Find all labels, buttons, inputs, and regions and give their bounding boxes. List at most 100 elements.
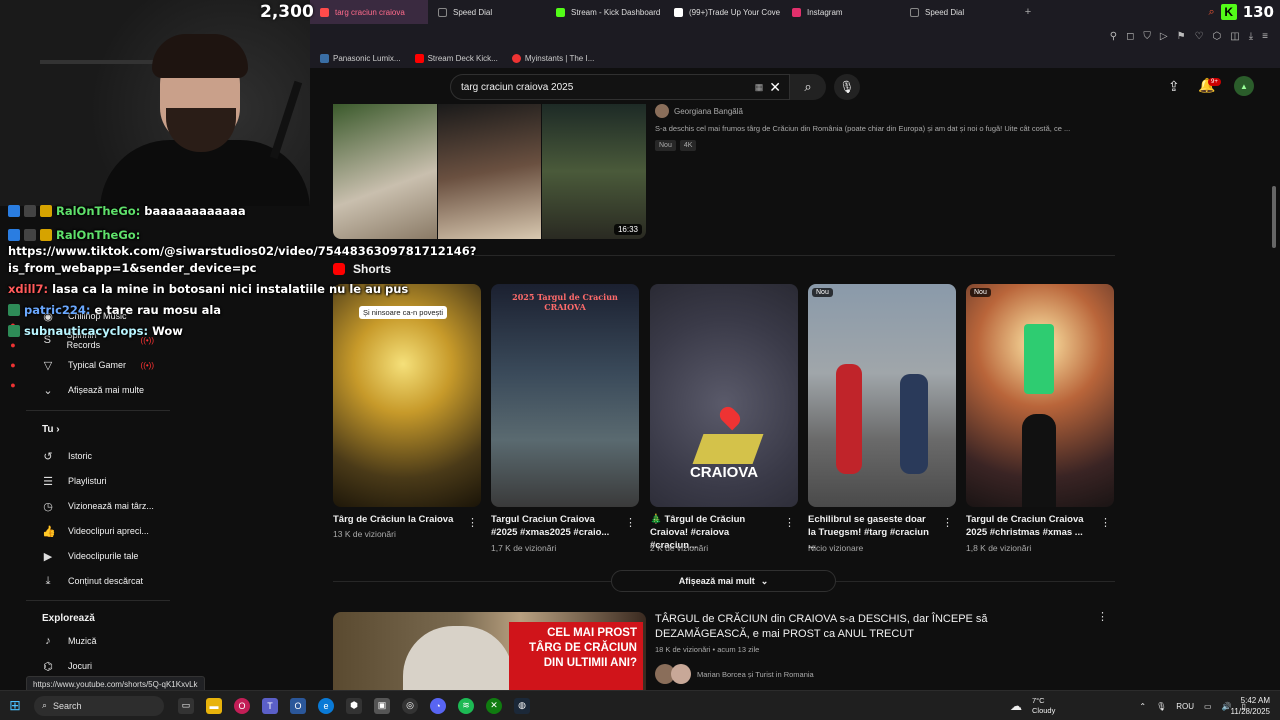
thumbs-up-icon: 👍 — [42, 525, 56, 538]
more-options-icon[interactable]: ⋮ — [784, 516, 795, 529]
play-icon[interactable]: ▷ — [1160, 31, 1168, 42]
new-tab-button[interactable]: + — [1018, 6, 1038, 18]
bookmark-panasonic[interactable]: Panasonic Lumix... — [320, 53, 401, 63]
extensions-icon[interactable]: ⬡ — [1213, 31, 1222, 42]
video-thumbnail[interactable]: 16:33 — [333, 104, 646, 239]
sidebar-item-watch-later[interactable]: ◷ Vizionează mai târz... — [26, 496, 172, 516]
sidebar-item-downloads[interactable]: ⤓ Conținut descărcat — [26, 571, 172, 591]
more-options-icon[interactable]: ⋮ — [942, 516, 953, 529]
network-icon[interactable]: ▭ — [1204, 702, 1212, 711]
sidebar-item-playlists[interactable]: ☰ Playlisturi — [26, 471, 172, 491]
more-options-icon[interactable]: ⋮ — [1100, 516, 1111, 529]
video-thumbnail[interactable]: CEL MAI PROST TÂRG DE CRĂCIUN DIN ULTIMI… — [333, 612, 646, 696]
sidebar-show-more[interactable]: ⌄ Afișează mai multe — [26, 380, 172, 400]
sidebar-item-history[interactable]: ↺ Istoric — [26, 446, 172, 466]
search-value: targ craciun craiova 2025 — [461, 81, 574, 93]
weather-widget[interactable]: 7°C Cloudy — [1032, 696, 1055, 716]
edge-icon[interactable]: e — [318, 697, 334, 714]
discord-icon[interactable]: ◔ — [430, 697, 446, 714]
store-icon[interactable]: ▣ — [374, 697, 390, 714]
more-options-icon[interactable]: ⋮ — [467, 516, 478, 529]
sidebar-you-heading[interactable]: Tu › — [42, 424, 60, 435]
xbox-icon[interactable]: ✕ — [486, 697, 502, 714]
mic-icon[interactable]: 🎙 — [1156, 702, 1166, 711]
streamer-hair — [152, 34, 248, 78]
chevron-right-icon: › — [56, 424, 60, 435]
video-title[interactable]: TÂRGUL de CRĂCIUN din CRAIOVA s-a DESCHI… — [655, 612, 1075, 642]
show-more-button[interactable]: Afișează mai mult ⌄ — [611, 570, 836, 592]
search-input[interactable]: targ craciun craiova 2025 ▦ ✕ — [450, 74, 790, 100]
short-thumbnail: 2025 Targul de Craciun CRAIOVA — [491, 284, 639, 507]
camera-icon[interactable]: ◫ — [1230, 31, 1239, 42]
channel-link[interactable]: Marian Borcea și Turist in Romania — [655, 664, 814, 684]
weather-desc: Cloudy — [1032, 706, 1056, 715]
short-card[interactable]: CRAIOVA 🎄 Târgul de Crăciun Craiova! #cr… — [650, 284, 798, 553]
sidebar-item-your-videos[interactable]: ▶ Videoclipurile tale — [26, 546, 172, 566]
file-explorer-icon[interactable]: ▬ — [206, 697, 222, 714]
short-overlay-text: 2025 Targul de Craciun CRAIOVA — [512, 292, 618, 312]
obs-icon[interactable]: ◎ — [402, 697, 418, 714]
rail-item-icon[interactable]: ● — [10, 380, 15, 390]
tab-tiktok[interactable]: (99+)Trade Up Your Cove — [664, 0, 782, 24]
task-view-icon[interactable]: ▭ — [178, 697, 194, 714]
bookmark-stream-deck[interactable]: Stream Deck Kick... — [414, 53, 498, 63]
short-card[interactable]: Nou Targul de Craciun Craiova 2025 #chri… — [966, 284, 1114, 553]
upload-icon[interactable]: ⇪ — [1168, 78, 1180, 95]
short-thumbnail: Nou — [808, 284, 956, 507]
sidebar-item-music[interactable]: ♪ Muzică — [26, 631, 172, 651]
live-indicator-icon: ((•)) — [140, 360, 154, 370]
more-options-icon[interactable]: ⋮ — [625, 516, 636, 529]
short-views: Nicio vizionare — [808, 543, 864, 553]
teams-icon[interactable]: T — [262, 697, 278, 714]
pin-icon[interactable]: ⚲ — [1110, 31, 1117, 42]
bookmark-label: Panasonic Lumix... — [333, 53, 401, 63]
more-options-icon[interactable]: ⋮ — [1097, 610, 1108, 623]
sidebar-item-liked[interactable]: 👍 Videoclipuri apreci... — [26, 521, 172, 541]
menu-icon[interactable]: ≡ — [1262, 31, 1268, 42]
bookmark-icon[interactable]: ◻ — [1126, 31, 1134, 42]
app-icon[interactable]: ⬢ — [346, 697, 362, 714]
rail-item-icon[interactable]: ● — [10, 340, 15, 350]
clear-search-icon[interactable]: ✕ — [769, 79, 781, 96]
voice-search-button[interactable]: 🎙 — [834, 74, 860, 100]
avatar[interactable]: ▲ — [1234, 76, 1254, 96]
webcam-overlay — [0, 0, 310, 206]
outlook-icon[interactable]: O — [290, 697, 306, 714]
language-indicator[interactable]: ROU — [1176, 702, 1194, 711]
keyboard-icon[interactable]: ▦ — [755, 82, 764, 93]
search-button[interactable]: ⌕ — [790, 74, 826, 100]
youtube-sidebar: ◉ Chillhop Music S Spinnin' Records ((•)… — [26, 300, 172, 680]
spotify-icon[interactable]: ≋ — [458, 697, 474, 714]
tray-chevron-icon[interactable]: ⌃ — [1139, 702, 1146, 711]
tab-kick-dashboard[interactable]: Stream - Kick Dashboard — [546, 0, 664, 24]
download-icon[interactable]: ⤓ — [1249, 31, 1253, 42]
rail-item-icon[interactable]: ● — [10, 360, 15, 370]
flag-icon[interactable]: ⚑ — [1177, 31, 1186, 42]
short-card[interactable]: Și ninsoare ca-n povești Târg de Crăciun… — [333, 284, 481, 539]
heart-icon[interactable]: ♡ — [1195, 31, 1204, 42]
channel-link[interactable]: Georgiana Bangălă — [655, 104, 743, 118]
thumbnail-panel — [333, 104, 437, 239]
tab-instagram[interactable]: Instagram — [782, 0, 900, 24]
tab-speed-dial-2[interactable]: Speed Dial — [900, 0, 1018, 24]
shield-icon[interactable]: ⛉ — [1143, 31, 1151, 42]
taskbar-search[interactable]: ⌕ Search — [34, 695, 164, 716]
start-button[interactable]: ⊞ — [0, 691, 30, 720]
sidebar-sub-typical-gamer[interactable]: ▽ Typical Gamer ((•)) — [26, 355, 172, 375]
system-clock[interactable]: 5:42 AM 11/28/2025 — [1226, 695, 1270, 717]
sidebar-item-gaming[interactable]: ⌬ Jocuri — [26, 656, 172, 676]
search-tabs-icon[interactable]: ⌕ — [1209, 6, 1215, 19]
tab-label: Stream - Kick Dashboard — [571, 7, 661, 17]
short-card[interactable]: Nou Echilibrul se gaseste doar la Truegs… — [808, 284, 956, 553]
channel-avatar — [671, 664, 691, 684]
instagram-icon — [792, 7, 801, 17]
page-scrollbar[interactable] — [1272, 186, 1276, 248]
short-card[interactable]: 2025 Targul de Craciun CRAIOVA Targul Cr… — [491, 284, 639, 553]
tab-speed-dial[interactable]: Speed Dial — [428, 0, 546, 24]
steam-icon[interactable]: ◍ — [514, 697, 530, 714]
opera-gx-icon[interactable]: O — [234, 697, 250, 714]
bookmark-myinstants[interactable]: Myinstants | The I... — [511, 53, 594, 63]
browser-tab-bar: targ craciun craiova Speed Dial Stream -… — [310, 0, 1280, 24]
tab-youtube-search[interactable]: targ craciun craiova — [310, 0, 428, 24]
tab-label: Speed Dial — [453, 7, 493, 17]
